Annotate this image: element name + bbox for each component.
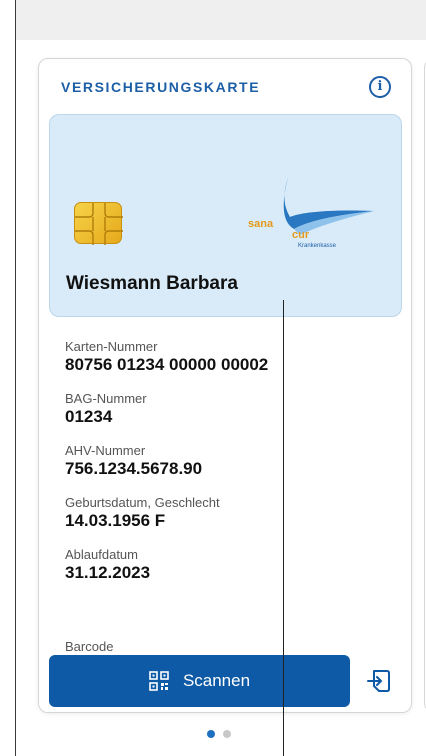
qr-code-icon xyxy=(149,671,169,691)
logo-word-sana: sana xyxy=(248,218,274,230)
field-value: 756.1234.5678.90 xyxy=(65,459,203,478)
action-bar: Scannen xyxy=(39,653,411,712)
page-dot-active[interactable] xyxy=(207,730,215,738)
logo-subtitle: Krankenkasse xyxy=(298,243,337,249)
pointer-line xyxy=(283,300,284,756)
field-birthdate-gender: Geburtsdatum, Geschlecht 14.03.1956 F xyxy=(65,495,395,531)
export-card-icon[interactable] xyxy=(365,667,393,695)
field-ahv-number: AHV-Nummer 756.1234.5678.90 xyxy=(65,443,395,479)
field-value: 80756 01234 00000 00002 xyxy=(65,355,269,374)
info-icon[interactable]: i xyxy=(369,76,391,98)
field-label: Karten-Nummer xyxy=(65,339,158,354)
barcode-label: Barcode xyxy=(65,639,114,654)
field-value: 01234 xyxy=(65,407,113,426)
field-card-number: Karten-Nummer 80756 01234 00000 00002 xyxy=(65,339,395,375)
scan-button-label: Scannen xyxy=(182,671,251,690)
field-label: Geburtsdatum, Geschlecht xyxy=(65,495,220,510)
field-label: Ablaufdatum xyxy=(65,547,138,562)
page-indicator xyxy=(207,730,231,738)
top-bar xyxy=(16,0,426,40)
insurance-card-panel: VERSICHERUNGSKARTE i sana cur Krankenkas… xyxy=(38,58,412,713)
insurance-card-visual: sana cur Krankenkasse Wiesmann Barbara xyxy=(49,114,402,317)
page-dot[interactable] xyxy=(223,730,231,738)
field-bag-number: BAG-Nummer 01234 xyxy=(65,391,395,427)
field-value: 14.03.1956 F xyxy=(65,511,166,530)
field-expiry-date: Ablaufdatum 31.12.2023 xyxy=(65,547,395,583)
insurer-logo: sana cur Krankenkasse xyxy=(246,177,376,257)
field-label: BAG-Nummer xyxy=(65,391,147,406)
field-label: AHV-Nummer xyxy=(65,443,146,458)
logo-word-cur: cur xyxy=(292,229,310,241)
card-details: Karten-Nummer 80756 01234 00000 00002 BA… xyxy=(65,339,395,599)
scan-button[interactable]: Scannen xyxy=(49,655,350,707)
card-title: VERSICHERUNGSKARTE xyxy=(61,79,261,95)
field-value: 31.12.2023 xyxy=(65,563,151,582)
card-holder-name: Wiesmann Barbara xyxy=(66,273,238,294)
app-frame: VERSICHERUNGSKARTE i sana cur Krankenkas… xyxy=(15,0,426,756)
chip-icon xyxy=(74,202,123,245)
